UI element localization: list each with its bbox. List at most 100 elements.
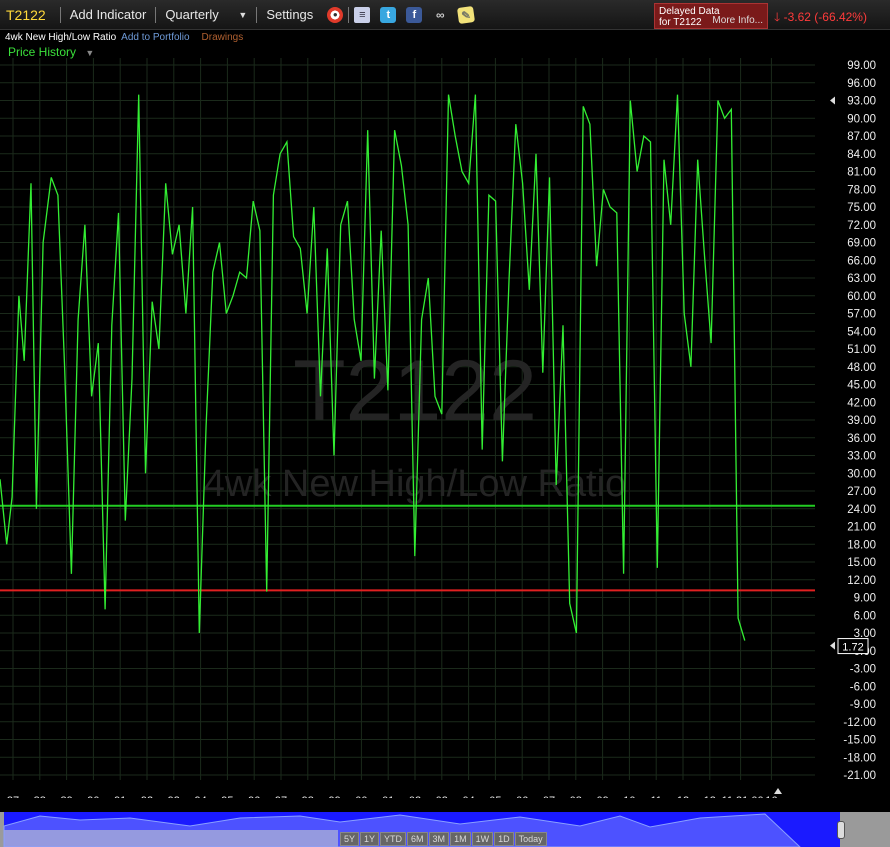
price-marker-arrow [830, 96, 835, 105]
y-tick-label: 72.00 [847, 220, 876, 232]
indicator-name: 4wk New High/Low Ratio [5, 31, 117, 43]
x-tick-label: 93 [168, 795, 180, 798]
x-tick-label: 01 [382, 795, 394, 798]
y-tick-label: -6.00 [850, 681, 876, 693]
y-tick-label: 15.00 [847, 557, 876, 569]
y-tick-label: 45.00 [847, 380, 876, 392]
y-tick-label: 6.00 [854, 610, 876, 622]
y-tick-label: 9.00 [854, 593, 876, 605]
navigator-handle[interactable] [837, 821, 845, 839]
y-tick-label: -9.00 [850, 699, 876, 711]
last-value-label: 1.72 [842, 642, 863, 654]
twitter-icon[interactable]: t [380, 6, 397, 23]
y-tick-label: 54.00 [847, 326, 876, 338]
y-tick-label: 63.00 [847, 273, 876, 285]
x-tick-label: 16 [765, 795, 777, 798]
y-tick-label: 27.00 [847, 486, 876, 498]
y-tick-label: 30.00 [847, 468, 876, 480]
x-tick-label: 94 [194, 795, 206, 798]
timeline-navigator[interactable]: 5Y 1Y YTD 6M 3M 1M 1W 1D Today [0, 812, 890, 847]
sticky-note-icon[interactable]: ✎ [457, 5, 476, 24]
y-tick-label: 21.00 [847, 522, 876, 534]
add-indicator-button[interactable]: Add Indicator [61, 0, 156, 30]
x-tick-label: 99 [328, 795, 340, 798]
range-button[interactable]: 1W [471, 832, 494, 846]
x-tick-label: 91 [114, 795, 126, 798]
y-tick-label: 39.00 [847, 415, 876, 427]
x-tick-label: 07 [543, 795, 555, 798]
y-tick-label: 66.00 [847, 255, 876, 267]
y-tick-label: 57.00 [847, 309, 876, 321]
add-to-portfolio-link[interactable]: Add to Portfolio [121, 32, 189, 43]
indicator-row: 4wk New High/Low Ratio Add to Portfolio … [0, 30, 243, 44]
chevron-down-icon: ▼ [85, 48, 95, 58]
price-change: 🡓 -3.62 (-66.42%) [774, 8, 867, 29]
y-axis: 99.00 96.00 93.00 90.00 87.00 84.00 81.00 78.00… [843, 60, 876, 782]
drawings-link[interactable]: Drawings [202, 32, 244, 43]
x-tick-label: 02 [409, 795, 421, 798]
y-tick-label: 69.00 [847, 238, 876, 250]
range-button[interactable]: YTD [380, 832, 407, 846]
x-tick-label: 10 [623, 795, 635, 798]
y-tick-label: 36.00 [847, 433, 876, 445]
x-tick-label: 06 [516, 795, 528, 798]
delayed-data-badge[interactable]: Delayed Data for T2122 More Info... [654, 3, 768, 29]
x-tick-label: 88 [34, 795, 46, 798]
y-tick-label: 84.00 [847, 149, 876, 161]
x-tick-label: 04 [462, 795, 474, 798]
y-tick-label: 96.00 [847, 78, 876, 90]
x-tick-label: 09 [596, 795, 608, 798]
y-tick-label: -12.00 [843, 717, 876, 729]
range-button[interactable]: 3M [428, 832, 450, 846]
y-tick-label: 93.00 [847, 96, 876, 108]
range-button[interactable]: Today [514, 832, 547, 846]
range-buttons: 5Y 1Y YTD 6M 3M 1M 1W 1D Today [340, 832, 548, 846]
x-tick-label: 96 [248, 795, 260, 798]
settings-button[interactable]: Settings [257, 0, 322, 30]
x-tick-label: 00 [355, 795, 367, 798]
y-tick-label: -3.00 [850, 664, 876, 676]
more-info-link[interactable]: More Info... [712, 15, 763, 26]
range-button[interactable]: 5Y [340, 832, 360, 846]
price-change-value: -3.62 (-66.42%) [783, 10, 867, 24]
y-tick-label: 81.00 [847, 167, 876, 179]
range-button[interactable]: 1Y [360, 832, 380, 846]
y-tick-label: 99.00 [847, 60, 876, 72]
y-tick-label: 75.00 [847, 202, 876, 214]
watermark-indicator-name: 4wk New High/Low Ratio [204, 463, 626, 505]
y-tick-label: 60.00 [847, 291, 876, 303]
chevron-down-icon: ▼ [238, 9, 248, 20]
y-tick-label: 18.00 [847, 539, 876, 551]
alarm-clock-icon[interactable]: ● [327, 6, 344, 23]
price-history-label: Price History [8, 45, 77, 59]
y-tick-label: 48.00 [847, 362, 876, 374]
x-tick-label: 05 [489, 795, 501, 798]
range-button[interactable]: 1D [494, 832, 514, 846]
y-tick-label: 90.00 [847, 113, 876, 125]
y-tick-label: 87.00 [847, 131, 876, 143]
range-button[interactable]: 1M [450, 832, 471, 846]
y-tick-label: 12.00 [847, 575, 876, 587]
toolbar-separator [348, 6, 350, 23]
y-tick-label: 51.00 [847, 344, 876, 356]
scroll-up-arrow[interactable] [774, 788, 782, 794]
arrow-down-icon: 🡓 [774, 10, 781, 24]
symbol-input[interactable]: T2122 [0, 0, 60, 30]
y-tick-label: -18.00 [843, 752, 876, 764]
y-tick-label: 24.00 [847, 504, 876, 516]
x-tick-label: 95 [221, 795, 233, 798]
binoculars-icon[interactable]: ∞ [432, 7, 448, 23]
x-tick-label: 97 [275, 795, 287, 798]
x-tick-label: 12 [677, 795, 689, 798]
price-history-select[interactable]: Price History ▼ [8, 45, 94, 59]
y-tick-label: -21.00 [843, 770, 876, 782]
y-tick-label: 78.00 [847, 184, 876, 196]
price-chart[interactable]: T2122 4wk New High/Low Ratio 99.0096.009… [0, 58, 890, 798]
document-icon[interactable]: ≡ [354, 6, 371, 23]
x-tick-label: 87 [7, 795, 19, 798]
facebook-icon[interactable]: f [406, 6, 423, 23]
range-button[interactable]: 6M [407, 832, 428, 846]
period-select-value: Quarterly [165, 7, 219, 22]
x-tick-label: 11 [650, 795, 661, 798]
period-select[interactable]: Quarterly ▼ [156, 0, 256, 30]
